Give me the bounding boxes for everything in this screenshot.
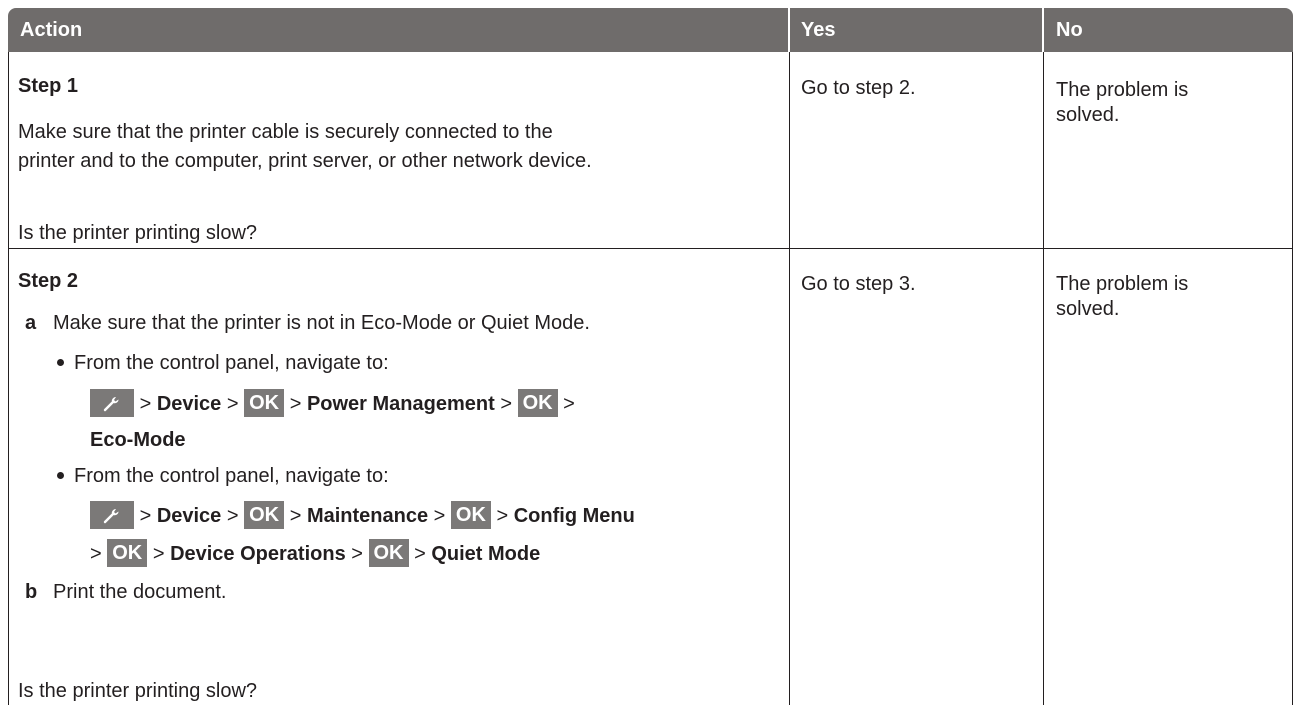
bullet bbox=[57, 359, 64, 366]
step-1-line-1: Make sure that the printer cable is secu… bbox=[18, 121, 553, 143]
step-2-a-label: a bbox=[25, 312, 37, 334]
ok-key: OK bbox=[244, 500, 285, 529]
step-1-yes: Go to step 2. bbox=[801, 77, 916, 99]
path-device: Device bbox=[156, 393, 222, 415]
path-quiet-mode: Quiet Mode bbox=[431, 543, 541, 565]
navigation-path-2: > Device > OK > Maintenance > OK > Confi… bbox=[90, 500, 635, 530]
step-1-line-2: printer and to the computer, print serve… bbox=[18, 150, 592, 172]
step-2-yes: Go to step 3. bbox=[801, 273, 916, 295]
path-separator: > bbox=[414, 543, 426, 565]
header-no: No bbox=[1056, 19, 1083, 41]
bullet bbox=[57, 472, 64, 479]
path-separator: > bbox=[152, 543, 165, 565]
path-eco-mode: Eco-Mode bbox=[90, 429, 186, 451]
table-header: Action Yes No bbox=[8, 8, 1293, 52]
path-separator: > bbox=[500, 393, 513, 415]
step-1-no-line-2: solved. bbox=[1056, 104, 1120, 126]
ok-key: OK bbox=[368, 538, 409, 567]
path-separator: > bbox=[289, 505, 302, 527]
path-separator: > bbox=[433, 505, 446, 527]
wrench-icon bbox=[103, 396, 119, 411]
header-divider bbox=[788, 8, 790, 52]
path-power-management: Power Management bbox=[306, 393, 495, 415]
header-yes: Yes bbox=[801, 19, 836, 41]
path-separator: > bbox=[139, 505, 152, 527]
path-config-menu: Config Menu bbox=[513, 505, 635, 527]
table-border-right bbox=[1292, 52, 1293, 705]
navigation-path-1: > Device > OK > Power Management > OK > bbox=[90, 388, 575, 418]
path-separator: > bbox=[139, 393, 152, 415]
column-divider bbox=[789, 52, 790, 705]
path-separator: > bbox=[226, 505, 239, 527]
bullet-1-text: From the control panel, navigate to: bbox=[74, 352, 389, 374]
navigation-path-2-continued: > OK > Device Operations > OK > Quiet Mo… bbox=[90, 538, 541, 568]
step-2-no-line-1: The problem is bbox=[1056, 273, 1189, 295]
ok-key: OK bbox=[450, 500, 491, 529]
troubleshooting-table: Action Yes No Step 1 Make sure that the … bbox=[8, 8, 1293, 705]
header-divider bbox=[1042, 8, 1044, 52]
wrench-key bbox=[90, 388, 134, 417]
path-separator: > bbox=[90, 543, 102, 565]
ok-key: OK bbox=[517, 388, 558, 417]
step-1-title: Step 1 bbox=[18, 75, 79, 97]
ok-key: OK bbox=[244, 388, 285, 417]
row-divider bbox=[8, 248, 1293, 249]
step-2-question: Is the printer printing slow? bbox=[18, 680, 258, 702]
path-separator: > bbox=[563, 393, 575, 415]
path-device: Device bbox=[156, 505, 222, 527]
path-separator: > bbox=[226, 393, 239, 415]
table-border-left bbox=[8, 52, 9, 705]
path-separator: > bbox=[351, 543, 363, 565]
path-maintenance: Maintenance bbox=[306, 505, 429, 527]
bullet-2-text: From the control panel, navigate to: bbox=[74, 465, 389, 487]
step-2-b-label: b bbox=[25, 581, 38, 603]
step-2-b-text: Print the document. bbox=[53, 581, 227, 603]
step-2-no-line-2: solved. bbox=[1056, 298, 1120, 320]
step-2-a-text: Make sure that the printer is not in Eco… bbox=[53, 312, 590, 334]
step-2-title: Step 2 bbox=[18, 270, 79, 292]
path-separator: > bbox=[289, 393, 302, 415]
header-action: Action bbox=[20, 19, 83, 41]
wrench-icon bbox=[103, 508, 119, 523]
ok-key: OK bbox=[107, 538, 148, 567]
step-1-no-line-1: The problem is bbox=[1056, 79, 1189, 101]
step-1-question: Is the printer printing slow? bbox=[18, 222, 258, 244]
path-separator: > bbox=[496, 505, 509, 527]
wrench-key bbox=[90, 500, 134, 529]
path-device-operations: Device Operations bbox=[170, 543, 346, 565]
column-divider bbox=[1043, 52, 1044, 705]
